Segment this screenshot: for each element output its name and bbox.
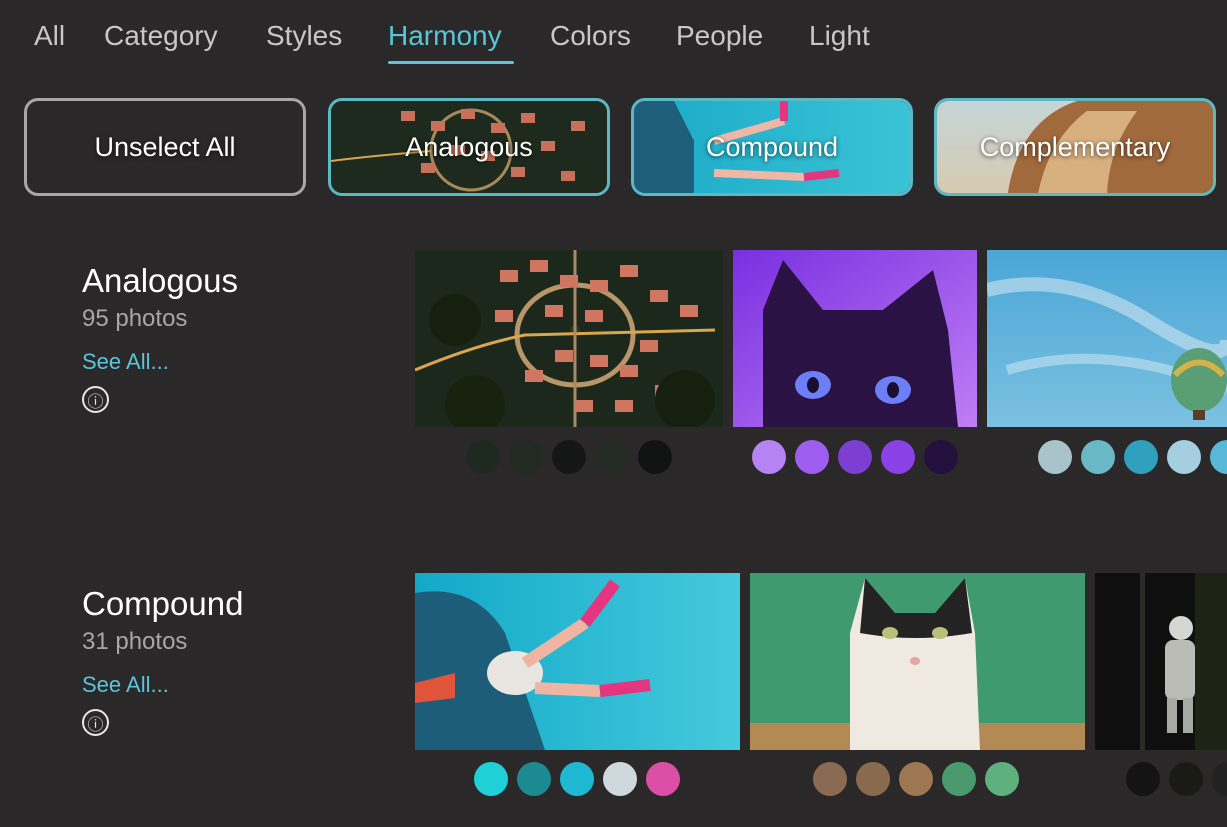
tab-category[interactable]: Category bbox=[104, 20, 218, 52]
swatch bbox=[1169, 762, 1203, 796]
tab-harmony[interactable]: Harmony bbox=[388, 20, 502, 52]
cat-green-image bbox=[750, 573, 1085, 750]
photo-astronaut-door[interactable] bbox=[1095, 573, 1227, 750]
section-title-compound: Compound bbox=[82, 585, 244, 622]
filter-chip-analogous[interactable]: Analogous bbox=[328, 98, 610, 196]
aerial-town-image bbox=[415, 250, 723, 427]
swatch bbox=[924, 440, 958, 474]
info-icon[interactable]: ⓘ bbox=[82, 709, 109, 736]
complementary-chip-label: Complementary bbox=[979, 131, 1171, 162]
unselect-all-label: Unselect All bbox=[94, 131, 236, 162]
swatch bbox=[552, 440, 586, 474]
swatch bbox=[517, 762, 551, 796]
see-all-compound-link[interactable]: See All... bbox=[82, 672, 169, 698]
swatch bbox=[509, 440, 543, 474]
tab-people[interactable]: People bbox=[676, 20, 763, 52]
swatch bbox=[899, 762, 933, 796]
swatch bbox=[1212, 762, 1227, 796]
swatch bbox=[603, 762, 637, 796]
tab-colors[interactable]: Colors bbox=[550, 20, 631, 52]
analogous-chip-label: Analogous bbox=[405, 131, 533, 162]
swatch bbox=[752, 440, 786, 474]
tab-styles[interactable]: Styles bbox=[266, 20, 342, 52]
swatch bbox=[1081, 440, 1115, 474]
swatch bbox=[595, 440, 629, 474]
photo-balloon-sky[interactable] bbox=[987, 250, 1227, 427]
section-count-analogous: 95 photos bbox=[82, 305, 188, 332]
see-all-analogous-link[interactable]: See All... bbox=[82, 349, 169, 375]
swatch bbox=[838, 440, 872, 474]
swatch bbox=[985, 762, 1019, 796]
photo-purple-cat[interactable] bbox=[733, 250, 977, 427]
balloon-sky-image bbox=[987, 250, 1227, 427]
swatch bbox=[638, 440, 672, 474]
compound-chip-label: Compound bbox=[705, 131, 839, 162]
info-icon[interactable]: ⓘ bbox=[82, 386, 109, 413]
swatch bbox=[1126, 762, 1160, 796]
unselect-all-button[interactable]: Unselect All bbox=[24, 98, 306, 196]
photo-aerial-town[interactable] bbox=[415, 250, 723, 427]
swatch bbox=[813, 762, 847, 796]
swatch bbox=[881, 440, 915, 474]
swatch bbox=[942, 762, 976, 796]
legs-car-image bbox=[415, 573, 740, 750]
swatch bbox=[560, 762, 594, 796]
section-title-analogous: Analogous bbox=[82, 262, 238, 299]
photo-legs-car[interactable] bbox=[415, 573, 740, 750]
astronaut-door-image bbox=[1095, 573, 1227, 750]
tab-all[interactable]: All bbox=[34, 20, 65, 52]
swatch bbox=[856, 762, 890, 796]
swatch bbox=[1167, 440, 1201, 474]
filter-chip-complementary[interactable]: Complementary bbox=[934, 98, 1216, 196]
swatch bbox=[646, 762, 680, 796]
swatch bbox=[1210, 440, 1227, 474]
swatch bbox=[1038, 440, 1072, 474]
swatch bbox=[1124, 440, 1158, 474]
swatch bbox=[474, 762, 508, 796]
section-count-compound: 31 photos bbox=[82, 628, 188, 655]
photo-cat-green[interactable] bbox=[750, 573, 1085, 750]
active-tab-indicator bbox=[388, 61, 514, 64]
purple-cat-image bbox=[733, 250, 977, 427]
tab-light[interactable]: Light bbox=[809, 20, 870, 52]
filter-chip-compound[interactable]: Compound bbox=[631, 98, 913, 196]
swatch bbox=[466, 440, 500, 474]
swatch bbox=[795, 440, 829, 474]
